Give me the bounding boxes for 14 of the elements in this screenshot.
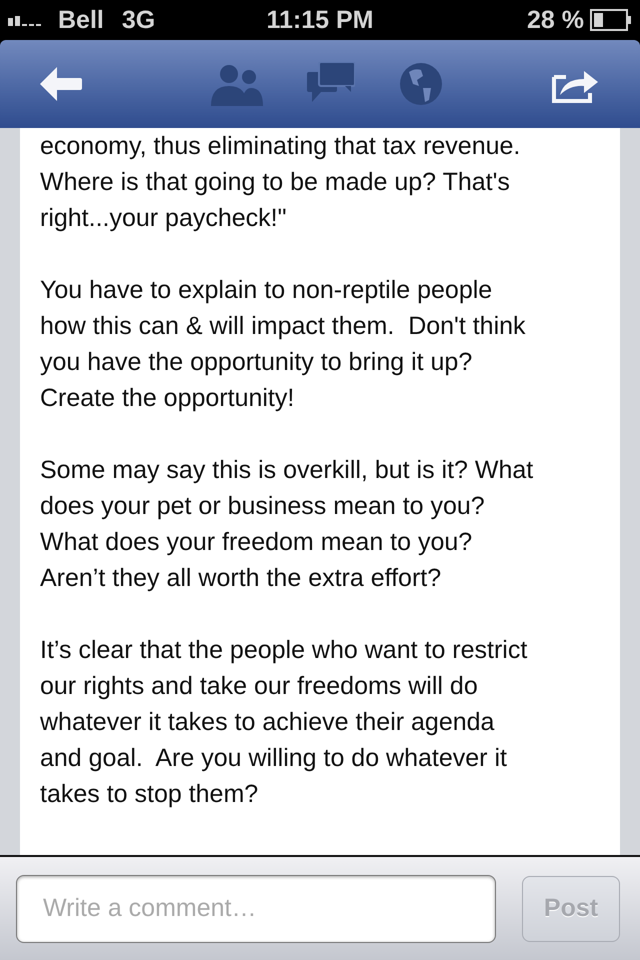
network-type: 3G: [122, 6, 156, 34]
chat-icon[interactable]: [307, 62, 355, 104]
battery-icon: [590, 9, 632, 31]
post-paragraph: Some may say this is overkill, but is it? What does your pet or business mean to you? What does your freedom mean to you? Aren’t they all worth the extra effort?: [40, 455, 534, 594]
post-paragraph: You have to explain to non-reptile people how this can & will impact them. Don't think you have the opportunity to bring it up? Create the opportunity!: [40, 275, 527, 414]
globe-icon[interactable]: [399, 62, 443, 106]
carrier-name: Bell: [58, 6, 104, 34]
clock-time: 11:15 PM: [266, 6, 374, 34]
post-paragraph: economy, thus eliminating that tax revenue. Where is that going to be made up? That's right...your paycheck!": [40, 131, 522, 234]
back-arrow-icon[interactable]: [40, 67, 82, 101]
post-paragraph: It’s clear that the people who want to restrict our rights and take our freedoms will do whatever it takes to achieve their agenda and goal. Are you willing to do whatever it takes to stop them?: [40, 635, 528, 810]
battery-percent: 28 %: [527, 6, 584, 34]
comment-input-field[interactable]: Write a comment…: [16, 874, 496, 942]
friends-icon[interactable]: [211, 62, 263, 106]
